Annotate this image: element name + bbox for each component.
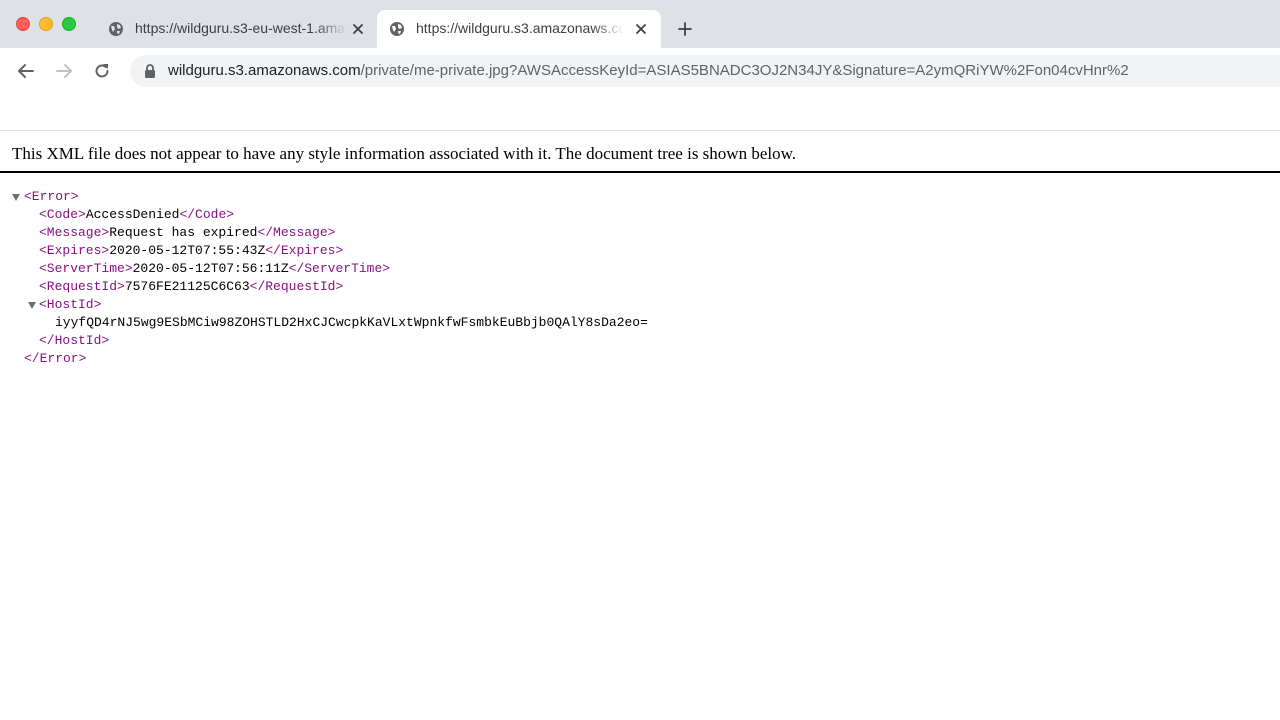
- xml-hostid-close: </HostId>: [39, 333, 110, 348]
- page-content: This XML file does not appear to have an…: [0, 94, 1280, 720]
- collapse-error-toggle[interactable]: [12, 194, 20, 201]
- globe-icon: [390, 22, 404, 36]
- url-path: /private/me-private.jpg?AWSAccessKeyId=A…: [360, 62, 1129, 79]
- new-tab-icon[interactable]: [677, 21, 693, 37]
- browser-toolbar: wildguru.s3.amazonaws.com/private/me-pri…: [0, 48, 1280, 94]
- minimize-window-button[interactable]: [39, 17, 53, 31]
- xml-hostid-value: iyyfQD4rNJ5wg9ESbMCiw98ZOHSTLD2HxCJCwcpk…: [55, 315, 648, 330]
- url-host: wildguru.s3.amazonaws.com: [168, 62, 361, 79]
- close-window-button[interactable]: [16, 17, 30, 31]
- maximize-window-button[interactable]: [62, 17, 76, 31]
- tab-inactive[interactable]: https://wildguru.s3-eu-west-1.amazonaws.…: [96, 10, 376, 48]
- xml-server-time: <ServerTime>2020-05-12T07:56:11Z</Server…: [39, 261, 391, 276]
- collapse-hostid-toggle[interactable]: [28, 302, 36, 309]
- forward-arrow-icon[interactable]: [54, 61, 74, 81]
- xml-expires: <Expires>2020-05-12T07:55:43Z</Expires>: [39, 243, 344, 258]
- xml-hostid-open: <HostId>: [39, 297, 102, 312]
- globe-icon: [109, 22, 123, 36]
- tab-title: https://wildguru.s3.amazonaws.com/privat…: [416, 20, 624, 36]
- close-tab-icon[interactable]: [633, 21, 649, 37]
- tab-title: https://wildguru.s3-eu-west-1.amazonaws.…: [135, 20, 347, 36]
- lock-icon[interactable]: [143, 63, 157, 79]
- xml-code: <Code>AccessDenied</Code>: [39, 207, 235, 222]
- xml-error-open: <Error>: [24, 189, 79, 204]
- tab-strip: https://wildguru.s3-eu-west-1.amazonaws.…: [0, 0, 1280, 48]
- close-tab-icon[interactable]: [350, 21, 366, 37]
- xml-request-id: <RequestId>7576FE21125C6C63</RequestId>: [39, 279, 344, 294]
- tab-active[interactable]: https://wildguru.s3.amazonaws.com/privat…: [377, 10, 661, 48]
- xml-error-close: </Error>: [24, 351, 87, 366]
- xml-message: <Message>Request has expired</Message>: [39, 225, 336, 240]
- reload-icon[interactable]: [92, 61, 112, 81]
- xml-info-banner: This XML file does not appear to have an…: [0, 130, 1280, 173]
- address-bar[interactable]: wildguru.s3.amazonaws.com/private/me-pri…: [130, 55, 1280, 87]
- banner-text: This XML file does not appear to have an…: [12, 144, 797, 163]
- back-arrow-icon[interactable]: [16, 61, 36, 81]
- url-text[interactable]: wildguru.s3.amazonaws.com/private/me-pri…: [168, 62, 1129, 80]
